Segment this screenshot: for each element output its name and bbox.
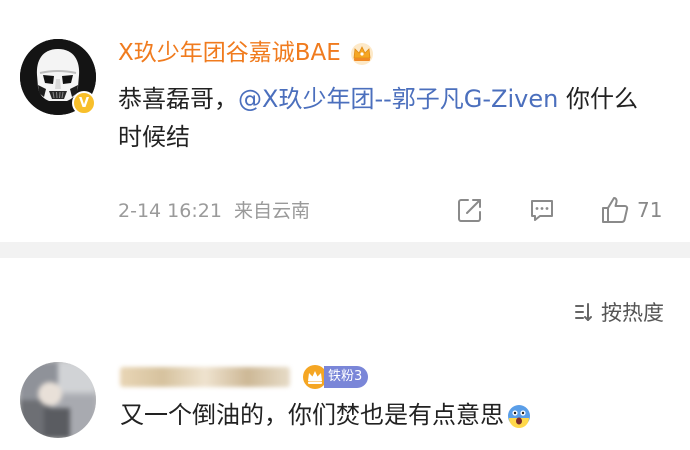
scared-emoji-icon xyxy=(508,405,530,428)
post-username[interactable]: X玖少年团谷嘉诚BAE xyxy=(118,38,341,68)
post-date: 2-14 16:21 xyxy=(118,200,222,222)
like-button[interactable]: 71 xyxy=(599,192,662,228)
fan-badge-label: 铁粉3 xyxy=(324,366,369,388)
comment-text: 又一个倒油的，你们焚也是有点意思 xyxy=(120,401,504,429)
mention-link[interactable]: @X玖少年团--郭子凡G-Ziven xyxy=(238,85,558,113)
weibo-post: V X玖少年团谷嘉诚BAE 恭喜磊哥，@X玖少年团--郭子凡G-Ziven 你什… xyxy=(0,0,690,240)
comment-button[interactable] xyxy=(527,192,557,228)
sort-icon xyxy=(575,303,592,321)
v-badge-icon: V xyxy=(72,91,96,115)
comment-header: 铁粉3 xyxy=(120,364,369,390)
like-count: 71 xyxy=(637,198,663,222)
sort-label: 按热度 xyxy=(601,301,664,325)
repost-button[interactable] xyxy=(455,192,485,228)
post-actions: 71 xyxy=(455,192,670,228)
comment-avatar[interactable] xyxy=(20,362,96,438)
comment-icon xyxy=(531,200,553,221)
post-text-start: 恭喜磊哥， xyxy=(118,85,238,113)
repost-icon xyxy=(458,199,481,222)
sort-toggle[interactable]: 按热度 xyxy=(573,297,664,327)
section-divider xyxy=(0,242,690,258)
crown-icon xyxy=(350,43,373,65)
fan-badge: 铁粉3 xyxy=(302,364,369,390)
thumbs-up-icon xyxy=(602,197,629,223)
comment-content: 又一个倒油的，你们焚也是有点意思 xyxy=(120,398,532,432)
post-source: 来自云南 xyxy=(234,200,311,222)
post-header: X玖少年团谷嘉诚BAE xyxy=(118,38,375,68)
post-avatar[interactable]: V xyxy=(20,39,96,115)
blurred-username[interactable] xyxy=(120,367,290,387)
post-content: 恭喜磊哥，@X玖少年团--郭子凡G-Ziven 你什么时候结 xyxy=(118,80,658,156)
post-meta: 2-14 16:21 来自云南 xyxy=(118,196,310,223)
